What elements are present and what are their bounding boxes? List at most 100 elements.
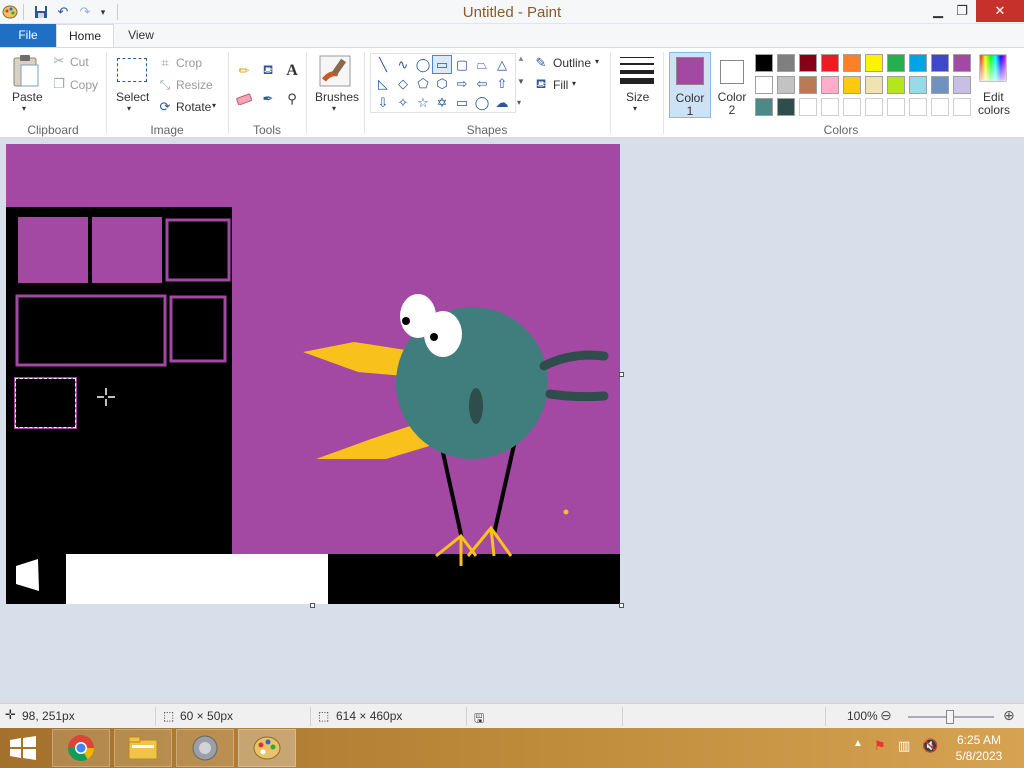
clock-time[interactable]: 6:25 AM [944,733,1014,747]
select-icon[interactable] [117,58,147,82]
palette-swatch[interactable] [843,54,861,72]
brushes-dropdown-icon[interactable]: ▾ [332,104,336,113]
canvas-workspace[interactable] [0,138,1024,703]
palette-swatch-empty[interactable] [843,98,861,116]
palette-swatch-empty[interactable] [821,98,839,116]
rounded-rectangle-shape-icon[interactable]: ▢ [452,55,472,74]
palette-swatch[interactable] [843,76,861,94]
palette-swatch-empty[interactable] [865,98,883,116]
tab-view[interactable]: View [116,24,166,47]
palette-swatch-empty[interactable] [953,98,971,116]
action-center-icon[interactable]: ⚑ [874,738,886,754]
size-dropdown-icon[interactable]: ▾ [633,104,637,113]
restore-button[interactable]: ❐ [950,0,974,22]
customize-toolbar-icon[interactable]: ▾ [96,3,110,21]
crop-button[interactable]: Crop [176,56,202,70]
redo-icon[interactable]: ↷ [76,3,94,21]
selection-marquee[interactable] [15,378,76,428]
four-point-star-shape-icon[interactable]: ✧ [393,93,413,112]
palette-swatch[interactable] [931,76,949,94]
shapes-scroll-down-icon[interactable]: ▼ [517,77,525,86]
palette-swatch[interactable] [887,54,905,72]
undo-icon[interactable]: ↶ [54,3,72,21]
color1-button[interactable]: Color 1 [669,52,711,118]
start-button[interactable] [8,736,38,760]
clock-date[interactable]: 5/8/2023 [944,749,1014,763]
hexagon-shape-icon[interactable]: ⬡ [432,74,452,93]
select-dropdown-icon[interactable]: ▾ [127,104,131,113]
rectangle-shape-icon[interactable]: ▭ [432,55,452,74]
volume-muted-icon[interactable]: 🔇 [922,738,938,754]
save-icon[interactable] [32,3,50,21]
resize-button[interactable]: Resize [176,78,213,92]
palette-swatch[interactable] [909,54,927,72]
edit-colors-label-2[interactable]: colors [978,103,1010,117]
fill-dropdown-icon[interactable]: ▾ [572,79,576,88]
zoom-out-icon[interactable]: ⊖ [880,707,892,724]
select-button[interactable]: Select [116,90,149,104]
copy-button[interactable]: Copy [70,78,98,92]
shapes-expand-icon[interactable]: ▾ [517,98,521,107]
outline-button[interactable]: Outline [553,56,591,70]
curve-shape-icon[interactable]: ∿ [393,55,413,74]
oval-shape-icon[interactable]: ◯ [413,55,433,74]
palette-swatch-empty[interactable] [931,98,949,116]
palette-swatch[interactable] [755,98,773,116]
six-point-star-shape-icon[interactable]: ✡ [432,93,452,112]
zoom-slider-thumb[interactable] [946,710,954,724]
right-triangle-shape-icon[interactable]: ◺ [373,74,393,93]
network-icon[interactable]: ▥ [898,738,910,754]
palette-swatch[interactable] [755,54,773,72]
color2-button[interactable]: Color 2 [712,52,752,118]
paste-icon[interactable] [12,54,40,88]
pentagon-shape-icon[interactable]: ⬠ [413,74,433,93]
paint-app-icon[interactable] [2,3,18,21]
palette-swatch[interactable] [931,54,949,72]
oval-callout-shape-icon[interactable]: ◯ [472,93,492,112]
resize-handle-bottom[interactable] [310,603,315,608]
rotate-dropdown-icon[interactable]: ▾ [212,101,216,110]
drawing-canvas[interactable] [6,144,620,604]
right-arrow-shape-icon[interactable]: ⇨ [452,74,472,93]
palette-swatch[interactable] [909,76,927,94]
palette-swatch-empty[interactable] [799,98,817,116]
paste-dropdown-icon[interactable]: ▾ [22,104,26,113]
resize-handle-right[interactable] [619,372,624,377]
palette-swatch[interactable] [953,76,971,94]
eraser-icon[interactable] [235,90,253,108]
five-point-star-shape-icon[interactable]: ☆ [413,93,433,112]
color-picker-icon[interactable]: ✒ [259,90,277,108]
line-shape-icon[interactable]: ╲ [373,55,393,74]
palette-swatch[interactable] [865,54,883,72]
rotate-button[interactable]: Rotate [176,100,211,114]
pencil-icon[interactable]: ✏ [235,62,253,80]
palette-swatch[interactable] [777,54,795,72]
diamond-shape-icon[interactable]: ◇ [393,74,413,93]
edit-colors-label-1[interactable]: Edit [983,90,1004,104]
paste-button[interactable]: Paste [12,90,43,104]
polygon-shape-icon[interactable]: ⏢ [472,55,492,74]
palette-swatch[interactable] [777,98,795,116]
palette-swatch[interactable] [799,76,817,94]
cut-button[interactable]: Cut [70,55,89,69]
outline-dropdown-icon[interactable]: ▾ [595,57,599,66]
shapes-scroll-up-icon[interactable]: ▲ [517,54,525,63]
triangle-shape-icon[interactable]: △ [492,55,512,74]
paint-taskbar-button[interactable] [238,729,296,767]
minimize-button[interactable]: ▁ [926,0,950,22]
palette-swatch[interactable] [821,76,839,94]
zoom-in-icon[interactable]: ⊕ [1003,707,1015,724]
up-arrow-shape-icon[interactable]: ⇧ [492,74,512,93]
palette-swatch[interactable] [887,76,905,94]
tab-file[interactable]: File [0,24,56,47]
palette-swatch[interactable] [755,76,773,94]
cloud-callout-shape-icon[interactable]: ☁ [492,93,512,112]
edit-colors-icon[interactable] [979,54,1007,82]
palette-swatch[interactable] [777,76,795,94]
palette-swatch[interactable] [865,76,883,94]
fill-bucket-icon[interactable]: ⛾ [259,62,277,80]
left-arrow-shape-icon[interactable]: ⇦ [472,74,492,93]
size-button[interactable]: Size [626,90,649,104]
rounded-callout-shape-icon[interactable]: ▭ [452,93,472,112]
file-explorer-taskbar-button[interactable] [114,729,172,767]
